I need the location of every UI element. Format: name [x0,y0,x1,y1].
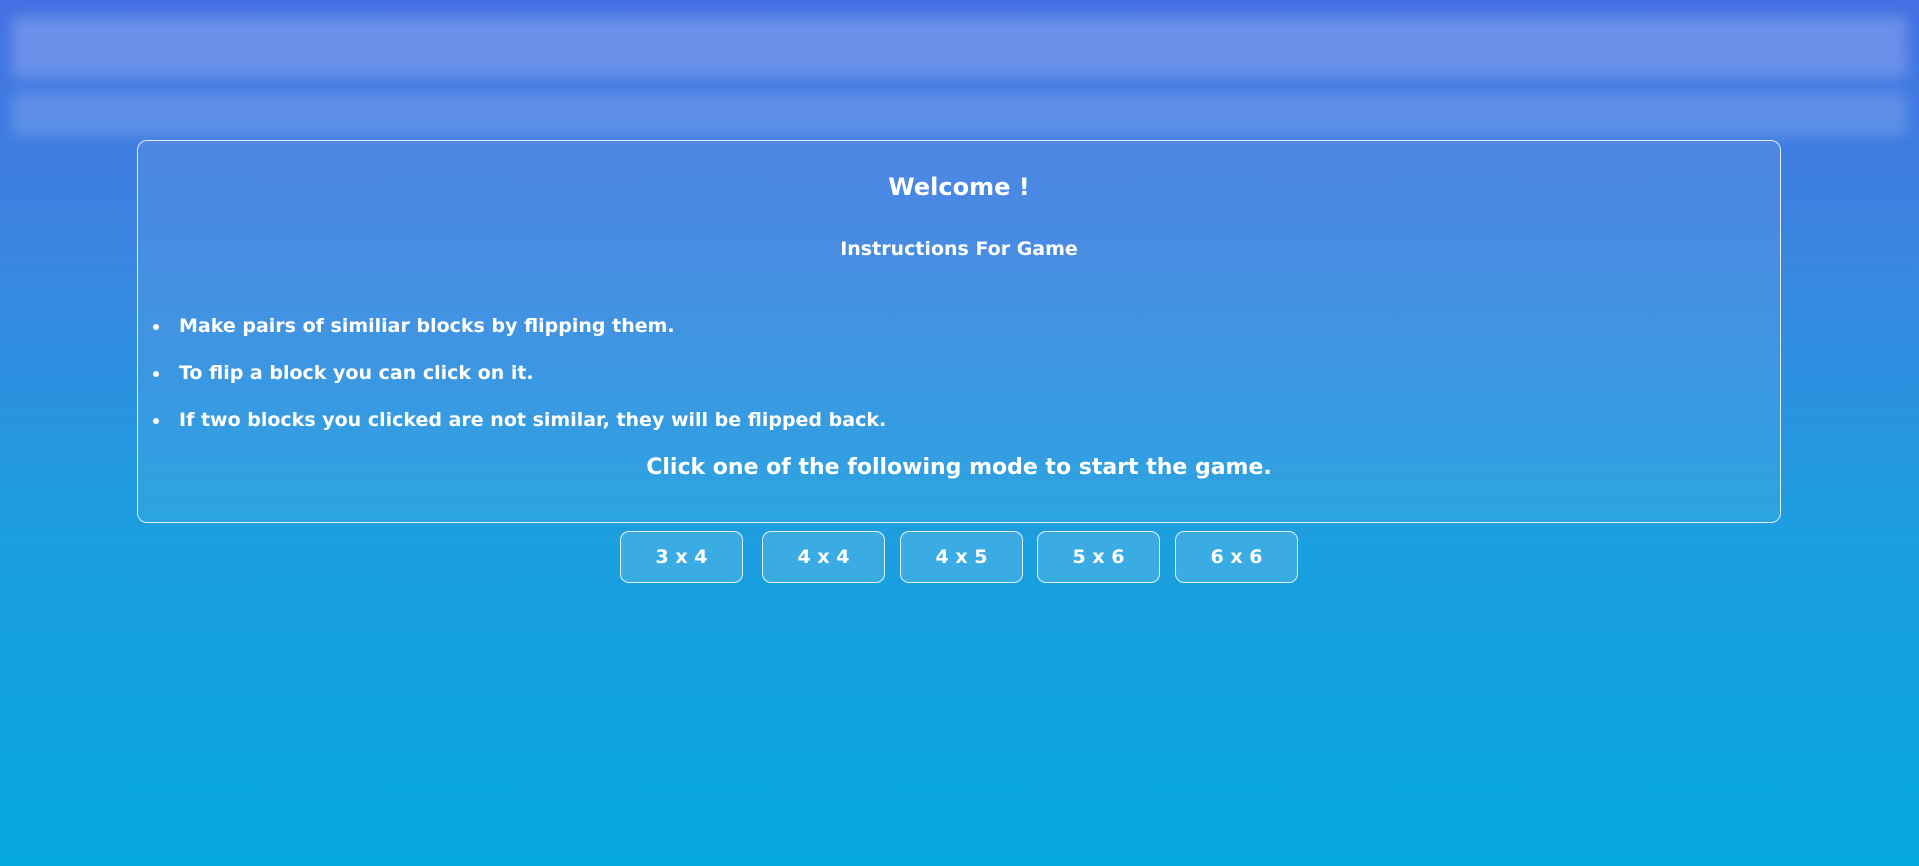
blurred-nav-bar [12,92,1907,136]
instructions-heading: Instructions For Game [840,238,1078,260]
mode-4x5-button[interactable]: 4 x 5 [900,531,1023,583]
instruction-item: If two blocks you clicked are not simila… [152,409,887,431]
instructions-panel: Welcome ! Instructions For Game Make pai… [137,140,1781,523]
mode-5x6-button[interactable]: 5 x 6 [1037,531,1160,583]
mode-6x6-button[interactable]: 6 x 6 [1175,531,1298,583]
welcome-title: Welcome ! [888,173,1030,201]
instruction-item: Make pairs of similiar blocks by flippin… [153,315,675,337]
blurred-title-bar [12,16,1907,78]
mode-4x4-button[interactable]: 4 x 4 [762,531,885,583]
instruction-item: To flip a block you can click on it. [153,362,534,384]
blurred-header [0,0,1919,140]
mode-3x4-button[interactable]: 3 x 4 [620,531,743,583]
start-prompt: Click one of the following mode to start… [646,455,1272,480]
